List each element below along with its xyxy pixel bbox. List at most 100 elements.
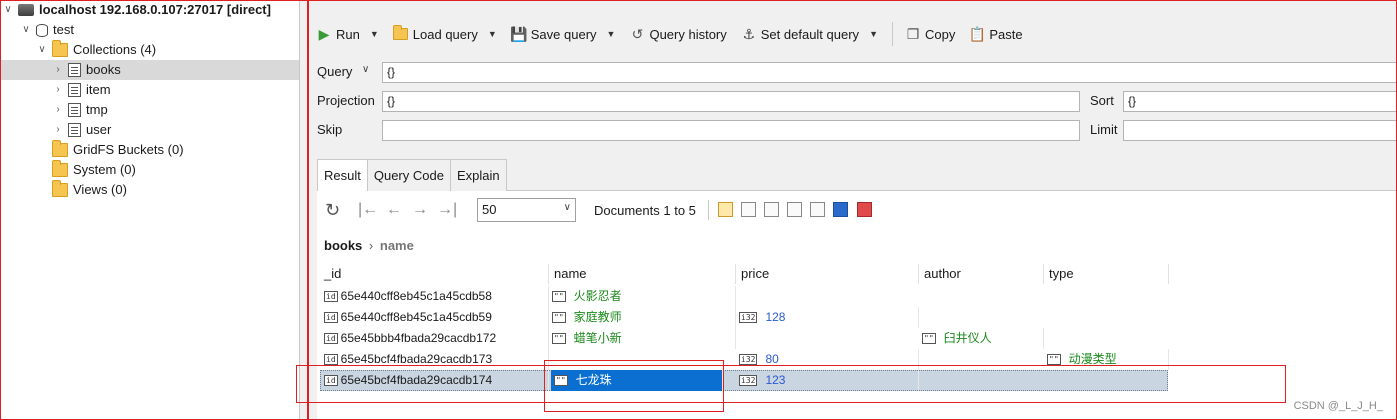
set-default-query-dropdown-icon[interactable]: ▼ (869, 29, 878, 39)
cell-price[interactable]: i32 80 (739, 349, 919, 370)
cell-name[interactable]: "" 家庭教师 (552, 307, 736, 328)
tree-database[interactable]: ∨ test (20, 20, 74, 40)
column-header-type[interactable]: type (1045, 264, 1169, 284)
gridfs-label: GridFS Buckets (0) (73, 142, 184, 157)
toolbar-separator (891, 22, 893, 46)
edit-document-icon[interactable] (787, 202, 802, 217)
chevron-right-icon[interactable]: › (52, 60, 64, 80)
last-page-icon[interactable]: →| (437, 200, 457, 220)
collection-icon (68, 83, 81, 97)
id-value: 65e440cff8eb45c1a45cdb59 (340, 310, 492, 324)
tree-collection-item[interactable]: › item (52, 80, 111, 100)
tree-views-folder[interactable]: Views (0) (52, 180, 127, 200)
tree-gridfs-folder[interactable]: GridFS Buckets (0) (52, 140, 184, 160)
chevron-right-icon[interactable]: › (52, 120, 64, 140)
chevron-right-icon[interactable]: › (52, 100, 64, 120)
cell-author[interactable]: "" 臼井仪人 (922, 328, 1044, 349)
tab-query-code[interactable]: Query Code (366, 159, 451, 191)
objectid-icon: id (324, 312, 338, 323)
run-dropdown-icon[interactable]: ▼ (370, 29, 379, 39)
skip-input[interactable] (382, 120, 1080, 141)
chevron-right-icon[interactable]: › (52, 80, 64, 100)
string-type-icon: "" (1047, 354, 1061, 365)
chevron-down-icon[interactable]: ∨ (36, 40, 48, 60)
set-default-query-button[interactable]: ⚓ Set default query (735, 20, 865, 48)
check-all-icon[interactable] (833, 202, 848, 217)
limit-input[interactable] (1123, 120, 1397, 141)
column-header-id[interactable]: _id (320, 264, 549, 284)
projection-label: Projection (317, 93, 375, 108)
tree-connection[interactable]: ∨ localhost 192.168.0.107:27017 [direct] (2, 0, 271, 20)
tree-collections-folder[interactable]: ∨ Collections (4) (36, 40, 156, 60)
tree-collection-tmp[interactable]: › tmp (52, 100, 108, 120)
find-document-icon[interactable] (810, 202, 825, 217)
documents-range: Documents 1 to 5 (594, 203, 696, 218)
save-query-button[interactable]: 💾 Save query (505, 20, 603, 48)
delete-icon[interactable] (857, 202, 872, 217)
load-query-button[interactable]: Load query (387, 20, 484, 48)
result-tabs: Result Query Code Explain (317, 159, 507, 191)
cell-id[interactable]: id 65e45bcf4fbada29cacdb173 (324, 349, 549, 370)
objectid-icon: id (324, 354, 338, 365)
cell-name[interactable]: "" 火影忍者 (552, 286, 736, 307)
cell-id[interactable]: id 65e45bbb4fbada29cacdb172 (324, 328, 549, 349)
tree-collection-books[interactable]: › books (0, 60, 299, 80)
cell-type[interactable]: "" 动漫类型 (1047, 349, 1169, 370)
column-header-name[interactable]: name (550, 264, 736, 284)
save-query-dropdown-icon[interactable]: ▼ (607, 29, 616, 39)
refresh-icon[interactable]: ↻ (325, 200, 340, 220)
collection-icon (68, 63, 81, 77)
collection-label: books (86, 62, 121, 77)
chevron-down-icon[interactable]: ∨ (2, 0, 14, 20)
paste-button[interactable]: 📋 Paste (963, 20, 1028, 48)
name-value: 蜡笔小新 (573, 331, 622, 345)
chevron-down-icon[interactable]: ∨ (20, 20, 32, 40)
previous-page-icon[interactable]: ← (386, 200, 402, 220)
breadcrumb-field: name (379, 238, 414, 253)
sort-input[interactable]: {} (1123, 91, 1397, 112)
page-size-select[interactable]: 50 ∨ (477, 198, 576, 222)
tree-collection-user[interactable]: › user (52, 120, 111, 140)
run-button[interactable]: ▶ Run (310, 20, 366, 48)
system-label: System (0) (73, 162, 136, 177)
cell-price[interactable]: i32 123 (739, 370, 919, 391)
breadcrumb-root[interactable]: books (324, 238, 362, 253)
paste-label: Paste (989, 26, 1023, 42)
copy-icon: ❐ (906, 25, 920, 42)
views-label: Views (0) (73, 182, 127, 197)
query-input[interactable]: {} (382, 62, 1397, 83)
column-header-author[interactable]: author (920, 264, 1044, 284)
tree-system-folder[interactable]: System (0) (52, 160, 136, 180)
database-label: test (53, 22, 74, 37)
folder-icon (52, 160, 68, 177)
cell-name[interactable]: "" 蜡笔小新 (552, 328, 736, 349)
copy-button[interactable]: ❐ Copy (899, 20, 961, 48)
cell-name-focused[interactable]: "" 七龙珠 (551, 370, 723, 391)
anchor-icon: ⚓ (742, 25, 756, 42)
page-size-value: 50 (482, 202, 497, 217)
id-value: 65e45bcf4fbada29cacdb174 (340, 373, 493, 387)
cell-price[interactable]: i32 128 (739, 307, 919, 328)
tab-result[interactable]: Result (317, 159, 368, 191)
tab-explain[interactable]: Explain (449, 159, 507, 191)
result-toolbar-separator (708, 200, 709, 220)
int32-type-icon: i32 (739, 375, 758, 386)
cell-id[interactable]: id 65e440cff8eb45c1a45cdb59 (324, 307, 549, 328)
lock-icon[interactable] (718, 202, 733, 217)
add-document-icon[interactable] (741, 202, 756, 217)
view-document-icon[interactable] (764, 202, 779, 217)
cell-id[interactable]: id 65e440cff8eb45c1a45cdb58 (324, 286, 549, 307)
id-value: 65e45bbb4fbada29cacdb172 (340, 331, 497, 345)
next-page-icon[interactable]: → (412, 200, 428, 220)
collection-icon (68, 123, 81, 137)
column-header-price[interactable]: price (737, 264, 919, 284)
price-value: 80 (765, 352, 779, 366)
set-default-query-label: Set default query (760, 26, 860, 42)
int32-type-icon: i32 (739, 354, 758, 365)
cell-id[interactable]: id 65e45bcf4fbada29cacdb174 (324, 370, 549, 391)
query-dropdown-icon[interactable]: ∨ (362, 64, 369, 75)
first-page-icon[interactable]: |← (358, 200, 378, 220)
load-query-dropdown-icon[interactable]: ▼ (488, 29, 497, 39)
projection-input[interactable]: {} (382, 91, 1080, 112)
query-history-button[interactable]: ↺ Query history (623, 20, 732, 48)
